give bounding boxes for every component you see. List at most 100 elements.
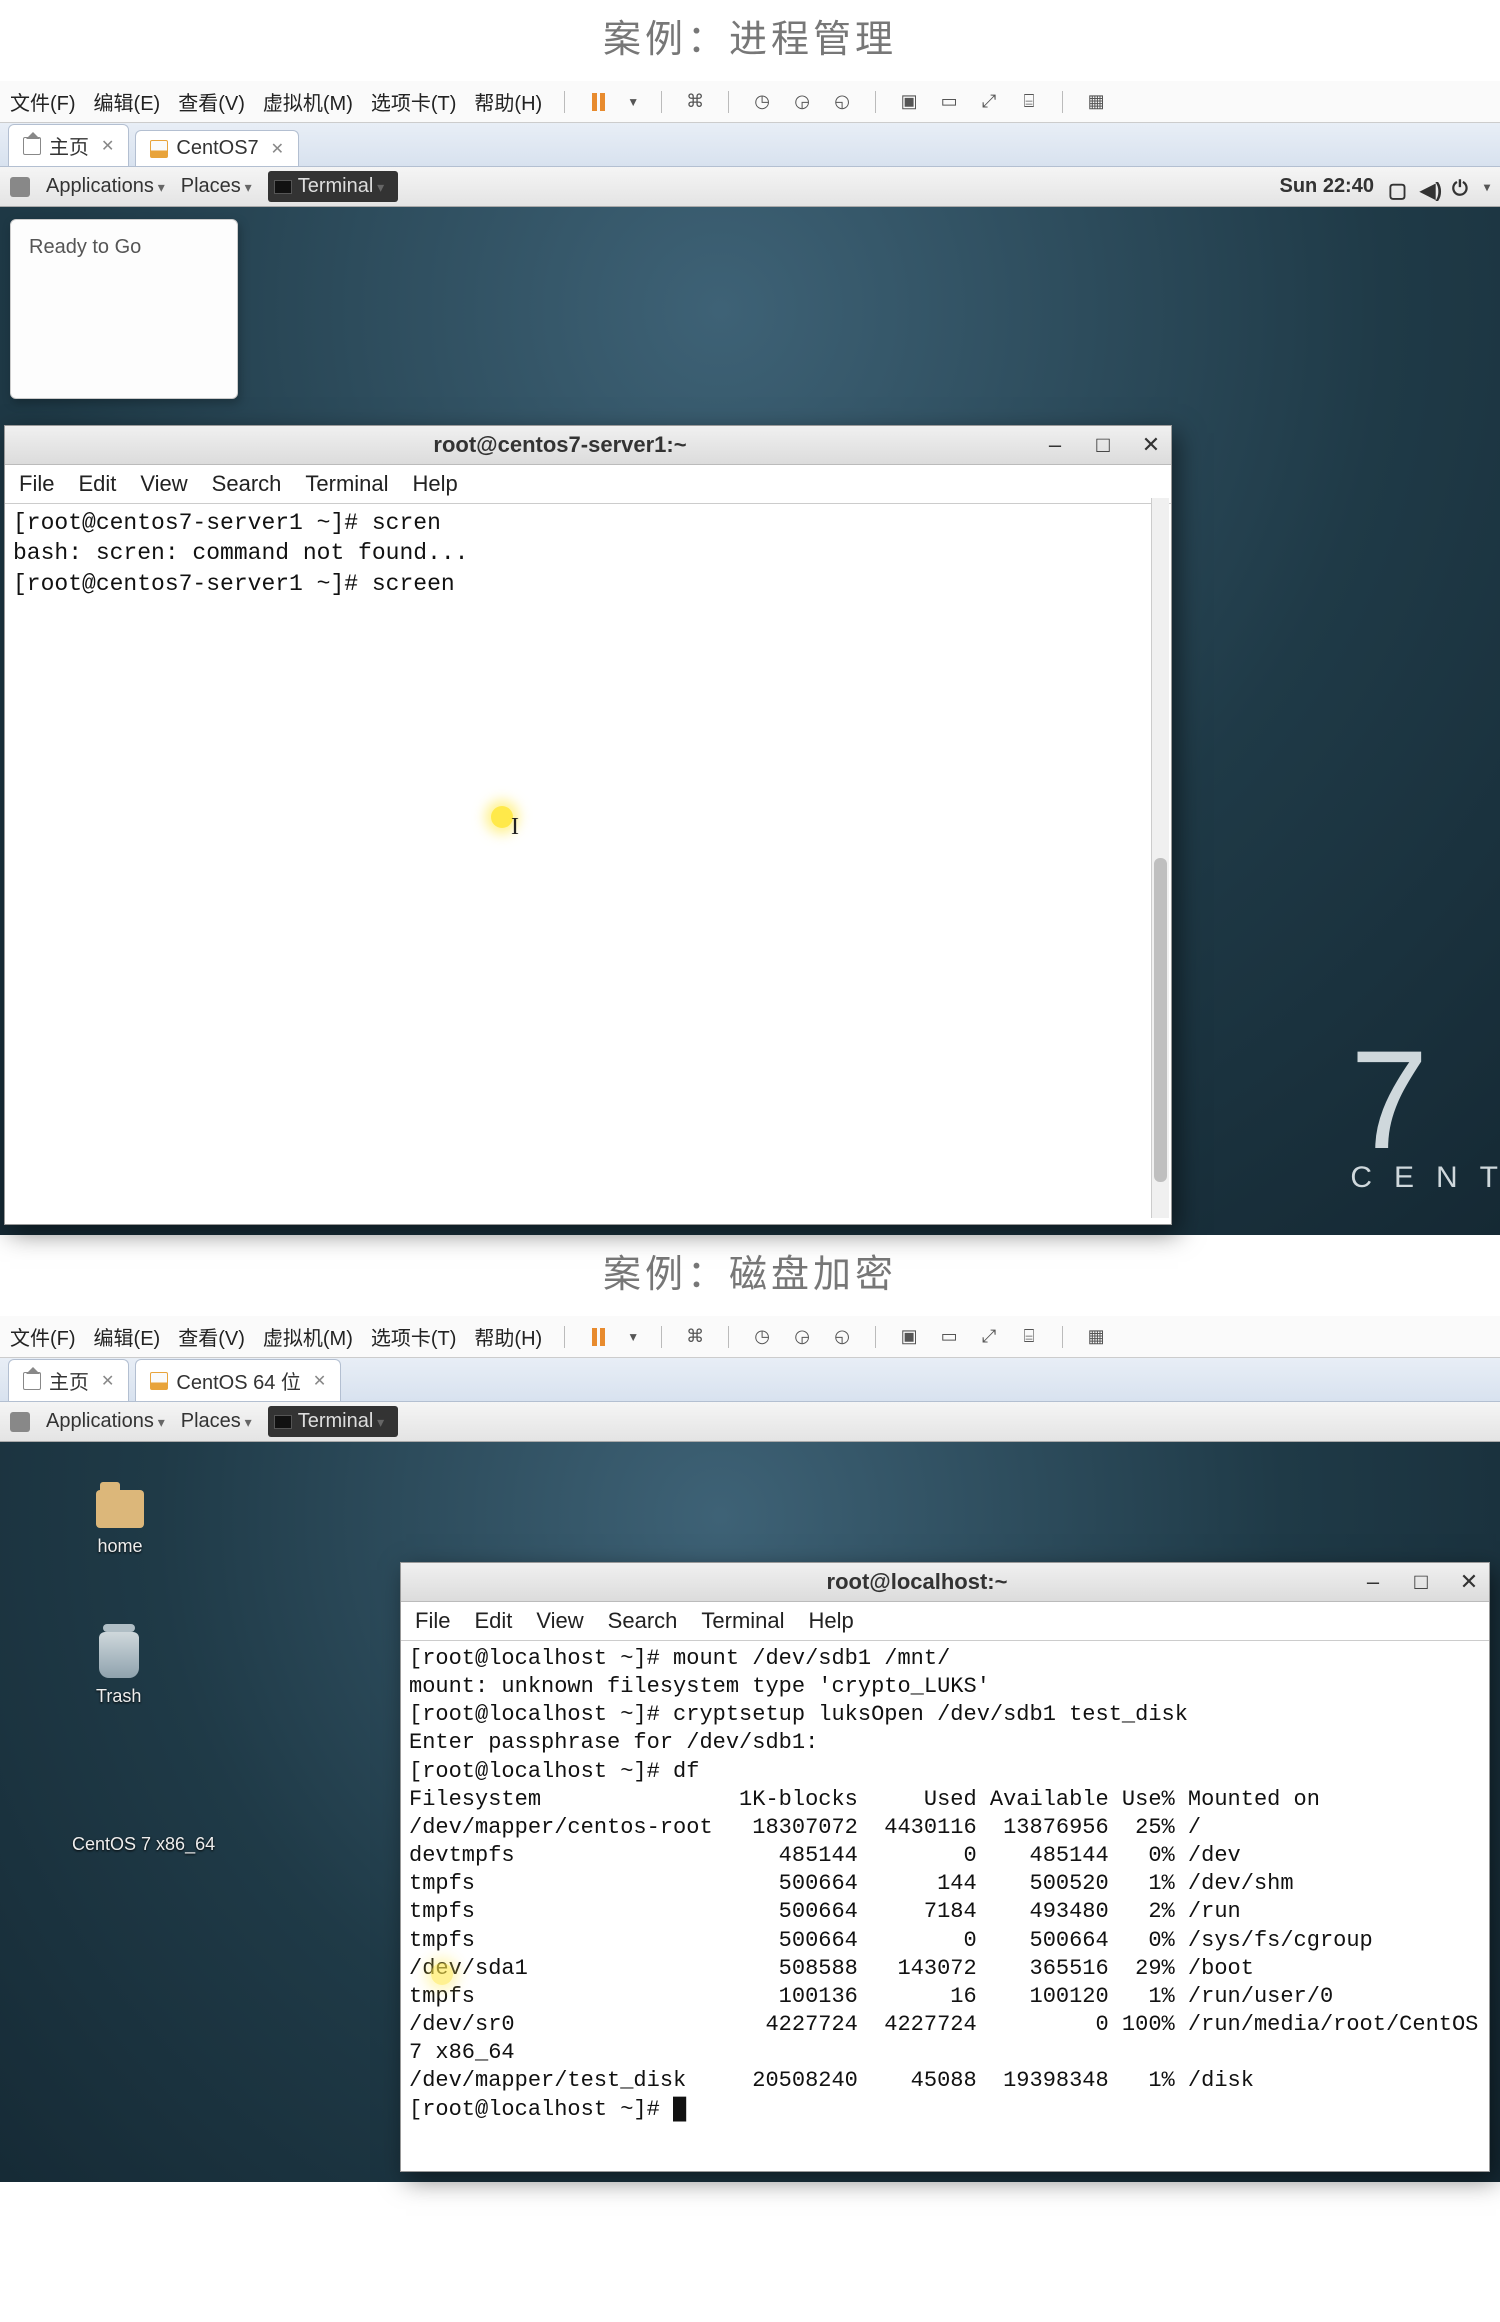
home-icon — [23, 137, 41, 155]
guest-desktop-1[interactable]: Ready to Go 7 CENT root@centos7-server1:… — [0, 207, 1500, 1235]
send-cad-icon[interactable]: ⌘ — [684, 92, 706, 112]
vm-icon — [150, 1372, 168, 1390]
vmware-window-2: 文件(F) 编辑(E) 查看(V) 虚拟机(M) 选项卡(T) 帮助(H) ▼ … — [0, 1316, 1500, 2182]
guest-desktop-2[interactable]: home Trash CentOS 7 x86_64 root@localhos… — [0, 1442, 1500, 2182]
tab-close-icon[interactable]: ✕ — [267, 139, 284, 159]
close-button[interactable]: ✕ — [1459, 1569, 1479, 1595]
terminal-window-2[interactable]: root@localhost:~ – □ ✕ File Edit View Se… — [400, 1562, 1490, 2172]
section-disk-encryption: 案例：磁盘加密 文件(F) 编辑(E) 查看(V) 虚拟机(M) 选项卡(T) … — [0, 1235, 1500, 2182]
term-menu-edit[interactable]: Edit — [78, 471, 116, 497]
menu-view[interactable]: 查看(V) — [178, 1322, 245, 1351]
minimize-button[interactable]: – — [1045, 432, 1065, 458]
fullscreen-icon[interactable]: ▣ — [898, 92, 920, 112]
snapshot-revert-icon[interactable]: ◶ — [791, 1327, 813, 1347]
desktop-icon-disc-label: CentOS 7 x86_64 — [72, 1834, 215, 1855]
menu-tabs[interactable]: 选项卡(T) — [371, 87, 457, 116]
unity-icon[interactable]: ▭ — [938, 1327, 960, 1347]
menu-edit[interactable]: 编辑(E) — [94, 1322, 161, 1351]
battery-icon[interactable]: ▢ — [1388, 178, 1406, 196]
terminal-titlebar[interactable]: root@centos7-server1:~ – □ ✕ — [5, 426, 1171, 465]
terminal-scrollbar[interactable] — [1151, 498, 1169, 1218]
desktop-icon-disc[interactable]: CentOS 7 x86_64 — [72, 1782, 215, 1855]
term-menu-file[interactable]: File — [415, 1608, 450, 1634]
stretch-icon[interactable]: ⤢ — [978, 1327, 1000, 1347]
pause-icon[interactable] — [587, 1327, 609, 1347]
send-cad-icon[interactable]: ⌘ — [684, 1327, 706, 1347]
term-menu-terminal[interactable]: Terminal — [701, 1608, 784, 1634]
gnome-top-bar-2: Applications Places Terminal — [0, 1402, 1500, 1442]
snapshot-revert-icon[interactable]: ◶ — [791, 92, 813, 112]
menu-vm[interactable]: 虚拟机(M) — [263, 1322, 353, 1351]
term-menu-search[interactable]: Search — [212, 471, 282, 497]
snapshot-manage-icon[interactable]: ◵ — [831, 1327, 853, 1347]
tab-close-icon[interactable]: ✕ — [309, 1371, 326, 1391]
power-icon[interactable]: ⏻ — [1452, 178, 1470, 196]
library-icon[interactable]: ▦ — [1085, 1327, 1107, 1347]
menu-file[interactable]: 文件(F) — [10, 87, 76, 116]
places-menu[interactable]: Places — [181, 175, 252, 198]
term-menu-edit[interactable]: Edit — [474, 1608, 512, 1634]
tab-centos64[interactable]: CentOS 64 位 ✕ — [135, 1359, 341, 1401]
snapshot-manage-icon[interactable]: ◵ — [831, 92, 853, 112]
menu-view[interactable]: 查看(V) — [178, 87, 245, 116]
snapshot-icon[interactable]: ◷ — [751, 92, 773, 112]
term-menu-file[interactable]: File — [19, 471, 54, 497]
term-menu-view[interactable]: View — [140, 471, 187, 497]
term-menu-help[interactable]: Help — [413, 471, 458, 497]
console-icon[interactable]: ⌸ — [1018, 1327, 1040, 1347]
maximize-button[interactable]: □ — [1411, 1569, 1431, 1595]
terminal-task-label: Terminal — [298, 175, 385, 198]
terminal-taskbar-item[interactable]: Terminal — [268, 1406, 399, 1437]
menu-file[interactable]: 文件(F) — [10, 1322, 76, 1351]
centos-brand-label: CENT — [1350, 1161, 1500, 1195]
applications-menu[interactable]: Applications — [46, 175, 165, 198]
stretch-icon[interactable]: ⤢ — [978, 92, 1000, 112]
tab-centos7[interactable]: CentOS7 ✕ — [135, 130, 299, 166]
menu-edit[interactable]: 编辑(E) — [94, 87, 161, 116]
notification-popup[interactable]: Ready to Go — [10, 219, 238, 399]
maximize-button[interactable]: □ — [1093, 432, 1113, 458]
activities-icon[interactable] — [10, 1412, 30, 1432]
term-menu-search[interactable]: Search — [608, 1608, 678, 1634]
minimize-button[interactable]: – — [1363, 1569, 1383, 1595]
menu-vm[interactable]: 虚拟机(M) — [263, 87, 353, 116]
tab-home-label: 主页 — [49, 131, 89, 160]
fullscreen-icon[interactable]: ▣ — [898, 1327, 920, 1347]
terminal-mini-icon — [274, 180, 292, 194]
terminal-titlebar[interactable]: root@localhost:~ – □ ✕ — [401, 1563, 1489, 1602]
pause-icon[interactable] — [587, 92, 609, 112]
places-menu[interactable]: Places — [181, 1410, 252, 1433]
terminal-title-text: root@localhost:~ — [471, 1569, 1363, 1595]
scrollbar-thumb[interactable] — [1154, 858, 1167, 1182]
applications-menu[interactable]: Applications — [46, 1410, 165, 1433]
volume-icon[interactable]: ◀) — [1420, 178, 1438, 196]
desktop-icon-home[interactable]: home — [96, 1490, 144, 1557]
console-icon[interactable]: ⌸ — [1018, 92, 1040, 112]
tab-home[interactable]: 主页 ✕ — [8, 1359, 129, 1401]
terminal-output-2[interactable]: [root@localhost ~]# mount /dev/sdb1 /mnt… — [401, 1641, 1489, 2128]
system-menu-caret-icon[interactable]: ▾ — [1484, 180, 1490, 194]
close-button[interactable]: ✕ — [1141, 432, 1161, 458]
pause-dropdown-icon[interactable]: ▼ — [627, 1330, 639, 1344]
library-icon[interactable]: ▦ — [1085, 92, 1107, 112]
terminal-task-label: Terminal — [298, 1410, 385, 1433]
menu-tabs[interactable]: 选项卡(T) — [371, 1322, 457, 1351]
pause-dropdown-icon[interactable]: ▼ — [627, 95, 639, 109]
terminal-taskbar-item[interactable]: Terminal — [268, 171, 399, 202]
clock-label[interactable]: Sun 22:40 — [1279, 175, 1373, 198]
snapshot-icon[interactable]: ◷ — [751, 1327, 773, 1347]
term-menu-terminal[interactable]: Terminal — [305, 471, 388, 497]
tab-home[interactable]: 主页 ✕ — [8, 124, 129, 166]
terminal-menubar: File Edit View Search Terminal Help — [401, 1602, 1489, 1641]
tab-close-icon[interactable]: ✕ — [97, 136, 114, 156]
tab-close-icon[interactable]: ✕ — [97, 1371, 114, 1391]
activities-icon[interactable] — [10, 177, 30, 197]
term-menu-view[interactable]: View — [536, 1608, 583, 1634]
terminal-window-1[interactable]: root@centos7-server1:~ – □ ✕ File Edit V… — [4, 425, 1172, 1225]
menu-help[interactable]: 帮助(H) — [474, 1322, 542, 1351]
term-menu-help[interactable]: Help — [809, 1608, 854, 1634]
desktop-icon-trash[interactable]: Trash — [96, 1632, 141, 1707]
terminal-output-1[interactable]: [root@centos7-server1 ~]# scren bash: sc… — [5, 504, 1171, 603]
menu-help[interactable]: 帮助(H) — [474, 87, 542, 116]
unity-icon[interactable]: ▭ — [938, 92, 960, 112]
